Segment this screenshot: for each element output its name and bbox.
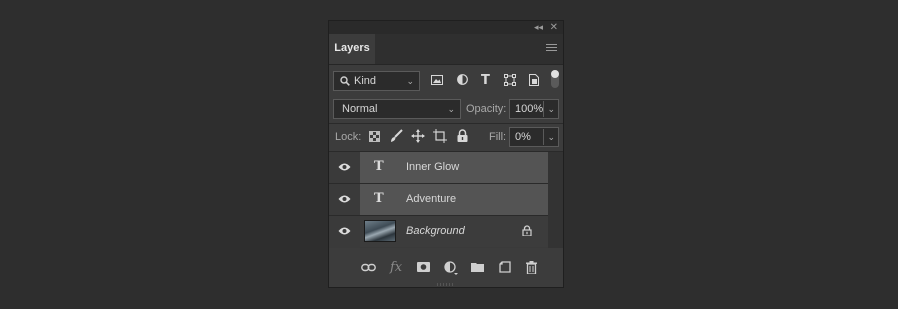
layer-name[interactable]: Adventure xyxy=(406,193,456,205)
chevron-down-icon: ⌄ xyxy=(447,104,455,114)
lock-row: Lock: Fill: 0% ⌄ xyxy=(329,126,563,150)
chevron-down-icon: ⌄ xyxy=(406,76,414,86)
layers-scrollbar[interactable] xyxy=(548,152,563,248)
layers-panel: ◂◂ ✕ Layers Kind ⌄ T Normal ⌄ Opacity: 1… xyxy=(328,20,564,288)
layer-row-inner-glow[interactable]: T Inner Glow xyxy=(329,152,548,184)
type-filter-icon[interactable]: T xyxy=(481,73,490,88)
layer-lock-icon[interactable] xyxy=(522,225,532,236)
new-adjustment-layer-icon[interactable] xyxy=(444,261,458,275)
toggle-knob xyxy=(551,70,559,78)
pixel-filter-icon[interactable] xyxy=(431,75,443,85)
visibility-toggle[interactable] xyxy=(329,152,359,183)
layer-row-background[interactable]: Background xyxy=(329,216,548,247)
opacity-field[interactable]: 100% ⌄ xyxy=(509,99,559,119)
chevron-down-icon[interactable]: ⌄ xyxy=(547,100,555,118)
field-divider xyxy=(543,129,544,145)
blend-mode-value: Normal xyxy=(342,103,378,115)
lock-all-icon[interactable] xyxy=(457,129,468,142)
fx-icon[interactable]: fx xyxy=(390,260,402,275)
lock-position-icon[interactable] xyxy=(411,129,425,143)
opacity-value: 100% xyxy=(515,103,544,115)
panel-titlebar: ◂◂ ✕ xyxy=(329,21,563,34)
chevron-down-icon[interactable]: ⌄ xyxy=(547,128,555,146)
layer-thumbnail[interactable] xyxy=(364,220,396,242)
kind-filter-select[interactable]: Kind ⌄ xyxy=(333,71,420,91)
fill-label: Fill: xyxy=(489,131,507,143)
layers-bottom-bar: fx xyxy=(329,257,563,281)
lock-transparent-pixels-icon[interactable] xyxy=(369,131,380,142)
layers-list: T Inner Glow T Adventure Background xyxy=(329,152,563,248)
eye-icon xyxy=(338,195,351,203)
resize-grip[interactable] xyxy=(437,283,455,286)
layer-name[interactable]: Inner Glow xyxy=(406,161,459,173)
fill-field[interactable]: 0% ⌄ xyxy=(509,127,559,147)
layer-name[interactable]: Background xyxy=(406,225,465,237)
separator xyxy=(329,123,563,124)
hamburger-menu-icon[interactable] xyxy=(546,44,557,53)
fill-value: 0% xyxy=(515,131,531,143)
lock-artboard-icon[interactable] xyxy=(433,129,447,143)
link-layers-icon[interactable] xyxy=(361,263,376,272)
smart-object-filter-icon[interactable] xyxy=(529,74,539,86)
delete-layer-icon[interactable] xyxy=(526,261,537,274)
lock-image-pixels-icon[interactable] xyxy=(390,129,403,143)
kind-filter-label: Kind xyxy=(354,75,377,87)
tab-layers[interactable]: Layers xyxy=(329,34,375,64)
new-group-icon[interactable] xyxy=(471,262,484,272)
text-layer-icon: T xyxy=(374,191,384,206)
visibility-toggle[interactable] xyxy=(329,184,359,215)
layer-content[interactable]: T Adventure xyxy=(360,184,548,215)
new-layer-icon[interactable] xyxy=(499,261,511,273)
collapse-panel-icon[interactable]: ◂◂ xyxy=(534,21,543,34)
layer-content[interactable]: Background xyxy=(360,216,548,247)
filter-toggle-icon[interactable] xyxy=(551,70,559,88)
panel-tab-row: Layers xyxy=(329,34,563,65)
adjustment-filter-icon[interactable] xyxy=(457,74,468,85)
field-divider xyxy=(543,101,544,117)
close-panel-icon[interactable]: ✕ xyxy=(550,21,558,34)
blend-mode-select[interactable]: Normal ⌄ xyxy=(333,99,461,119)
filter-row: Kind ⌄ T xyxy=(329,69,563,93)
visibility-toggle[interactable] xyxy=(329,216,359,247)
layer-content[interactable]: T Inner Glow xyxy=(360,152,548,183)
opacity-label: Opacity: xyxy=(466,103,507,115)
layer-row-adventure[interactable]: T Adventure xyxy=(329,184,548,216)
shape-filter-icon[interactable] xyxy=(504,74,516,86)
add-mask-icon[interactable] xyxy=(417,262,430,272)
eye-icon xyxy=(338,163,351,171)
blend-row: Normal ⌄ Opacity: 100% ⌄ xyxy=(329,98,563,122)
text-layer-icon: T xyxy=(374,159,384,174)
search-icon xyxy=(340,76,350,86)
lock-label: Lock: xyxy=(335,131,362,143)
eye-icon xyxy=(338,227,351,235)
